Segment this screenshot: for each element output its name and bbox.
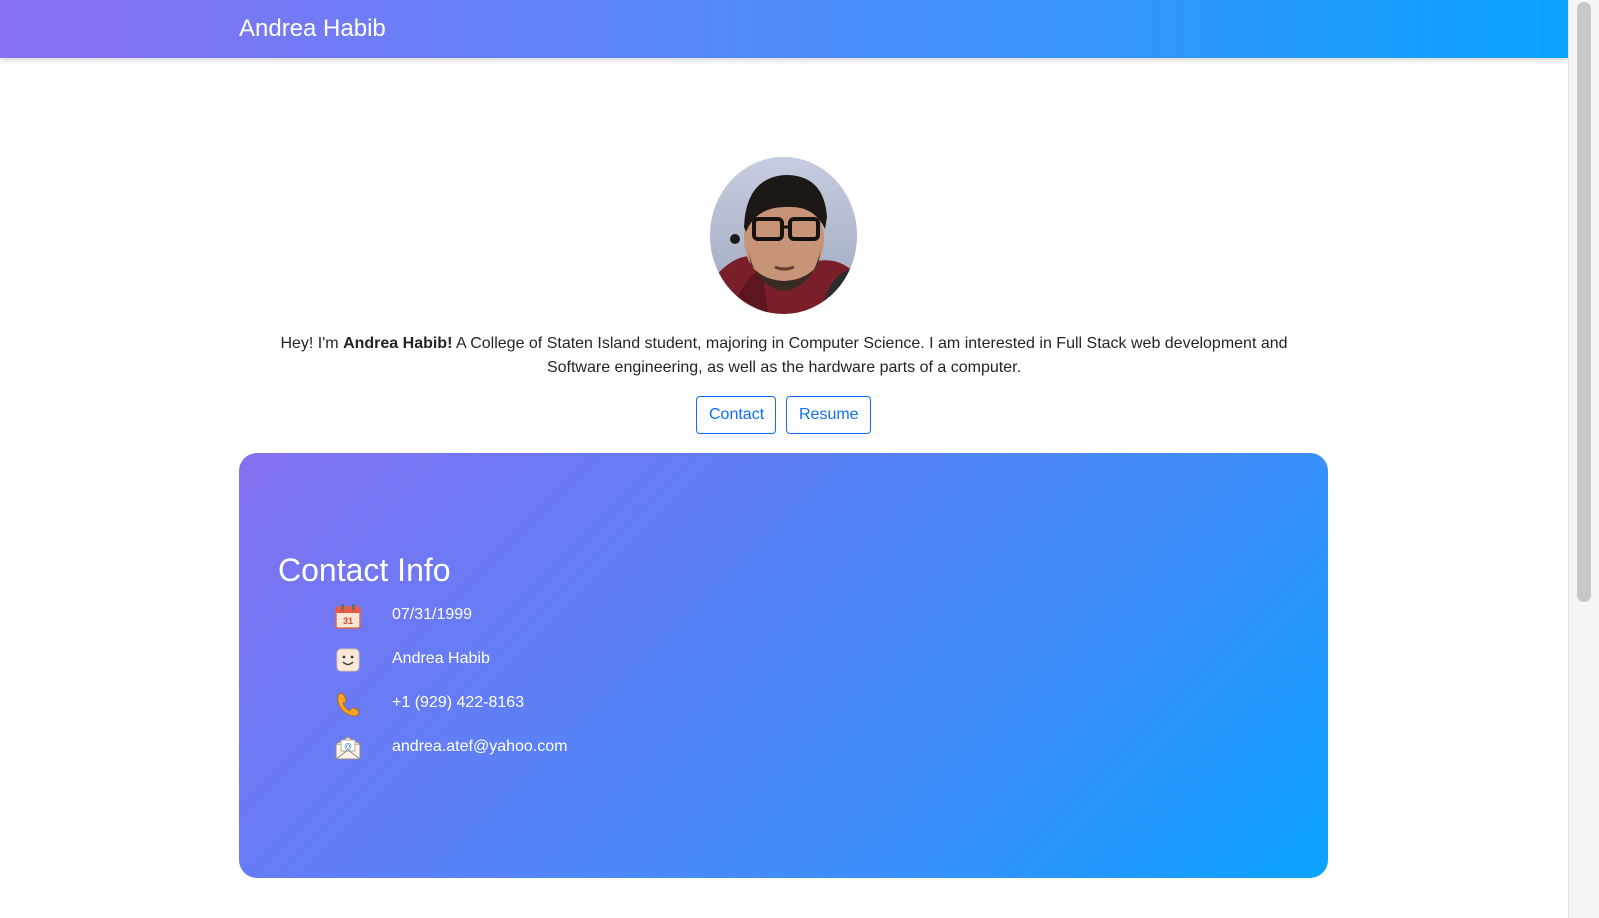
scrollbar-thumb[interactable]: [1577, 2, 1591, 602]
contact-info-title: Contact Info: [278, 552, 451, 588]
intro-name: Andrea Habib!: [343, 335, 453, 352]
contact-row-name: Andrea Habib: [333, 644, 490, 676]
intro-prefix: Hey! I'm: [280, 335, 344, 352]
mail-icon: @: [333, 733, 363, 763]
birthdate-text: 07/31/1999: [392, 606, 473, 623]
contact-info-card: Contact Info 31 07/31/1999 Andrea Habib …: [239, 453, 1328, 878]
resume-button[interactable]: Resume: [786, 396, 871, 434]
contact-button[interactable]: Contact: [696, 396, 776, 434]
top-navbar: Andrea Habib: [0, 0, 1568, 58]
hero-buttons: Contact Resume: [696, 396, 871, 434]
brand-link[interactable]: Andrea Habib: [239, 14, 386, 44]
name-text: Andrea Habib: [392, 650, 490, 667]
email-text: andrea.atef@yahoo.com: [392, 738, 568, 755]
svg-text:31: 31: [343, 616, 353, 626]
phone-icon: [333, 689, 363, 719]
intro-description: A College of Staten Island student, majo…: [452, 335, 1288, 376]
phone-text: +1 (929) 422-8163: [392, 694, 525, 711]
calendar-icon: 31: [333, 601, 363, 631]
portfolio-page: Andrea Habib Hey! I'm Andrea Habib! A Co…: [0, 0, 1568, 918]
profile-photo: [710, 157, 857, 314]
face-icon: [333, 645, 363, 675]
page-scrollbar[interactable]: [1568, 0, 1599, 918]
contact-row-birthdate: 31 07/31/1999: [333, 600, 472, 632]
contact-row-phone: +1 (929) 422-8163: [333, 688, 524, 720]
intro-paragraph: Hey! I'm Andrea Habib! A College of Stat…: [250, 332, 1318, 380]
contact-row-email: @ andrea.atef@yahoo.com: [333, 732, 567, 764]
